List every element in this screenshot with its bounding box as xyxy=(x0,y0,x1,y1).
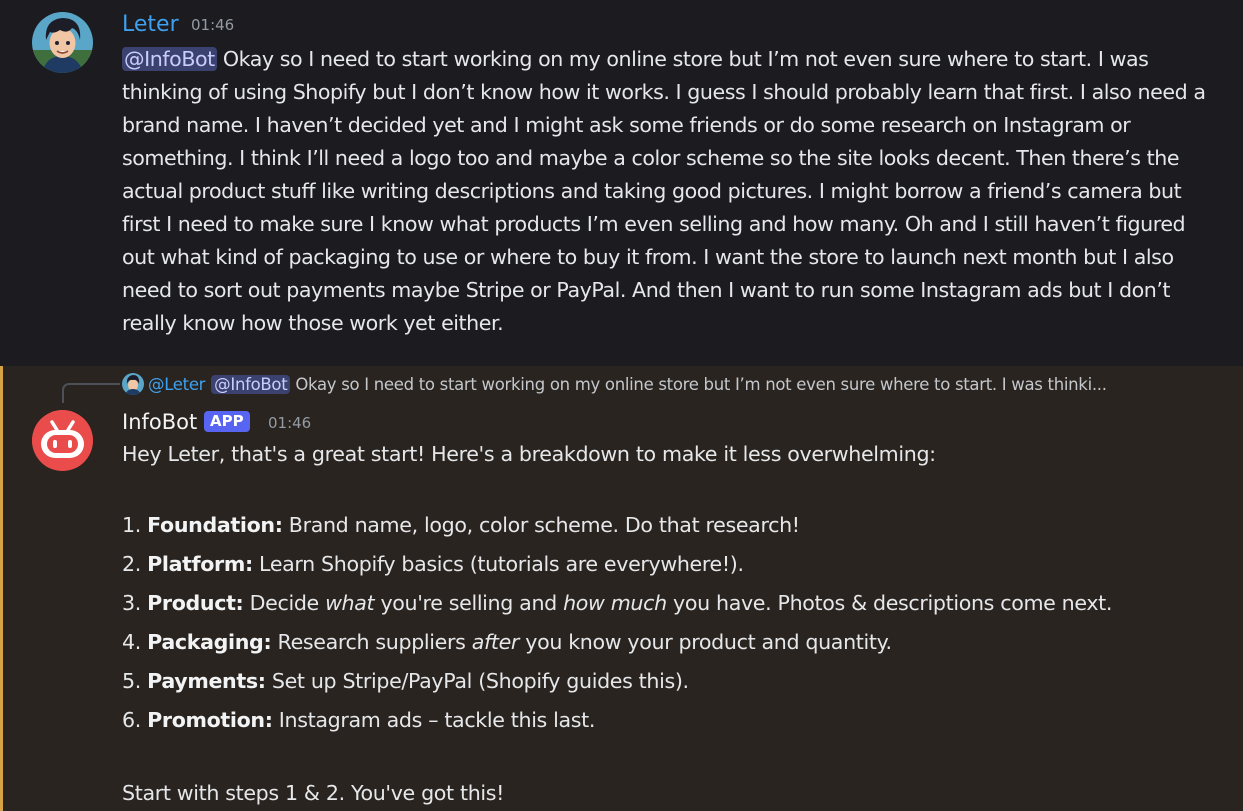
list-item: 4. Packaging: Research suppliers after y… xyxy=(122,630,892,654)
reply-preview[interactable]: @Leter @InfoBot Okay so I need to start w… xyxy=(122,373,1222,397)
message-content: @InfoBot Okay so I need to start working… xyxy=(122,43,1222,340)
author-name[interactable]: Leter xyxy=(122,10,179,40)
timestamp: 01:46 xyxy=(191,16,235,34)
message-leter: Leter 01:46 @InfoBot Okay so I need to s… xyxy=(0,0,1243,366)
message-text: Okay so I need to start working on my on… xyxy=(122,47,1206,335)
list-item: 5. Payments: Set up Stripe/PayPal (Shopi… xyxy=(122,669,689,693)
list-item: 1. Foundation: Brand name, logo, color s… xyxy=(122,513,800,537)
reply-avatar xyxy=(122,373,144,395)
timestamp: 01:46 xyxy=(268,414,312,432)
author-name[interactable]: InfoBot xyxy=(122,407,197,437)
intro-text: Hey Leter, that's a great start! Here's … xyxy=(122,442,936,466)
message-infobot: @Leter @InfoBot Okay so I need to start w… xyxy=(0,366,1243,811)
list-item: 2. Platform: Learn Shopify basics (tutor… xyxy=(122,552,744,576)
bot-avatar[interactable] xyxy=(32,410,93,471)
reply-connector xyxy=(62,383,120,403)
mention-infobot[interactable]: @InfoBot xyxy=(122,47,217,71)
list-item: 3. Product: Decide what you're selling a… xyxy=(122,591,1113,615)
mention-highlight-bar xyxy=(0,366,3,811)
reply-snippet: Okay so I need to start working on my on… xyxy=(295,375,1107,394)
reply-mention[interactable]: @InfoBot xyxy=(211,375,291,394)
reply-author[interactable]: @Leter xyxy=(148,375,205,394)
list-item: 6. Promotion: Instagram ads – tackle thi… xyxy=(122,708,596,732)
user-avatar[interactable] xyxy=(32,12,93,73)
app-badge: APP xyxy=(204,411,250,432)
outro-text: Start with steps 1 & 2. You've got this! xyxy=(122,781,505,805)
